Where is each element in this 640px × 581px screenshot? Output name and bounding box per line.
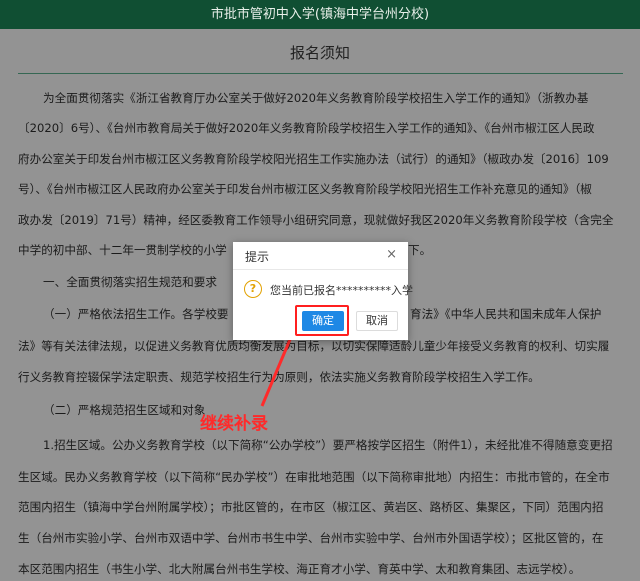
doc-line-15: 生（台州市实验小学、台州市双语中学、台州市书生中学、台州市实验中学、台州市外国语… [18, 531, 604, 545]
prompt-dialog: 提示 × ? 您当前已报名**********入学 确定 取消 [233, 242, 413, 340]
doc-line-5: 政办发〔2019〕71号）精神，经区委教育工作领导小组研究同意，现就做好我区20… [18, 213, 614, 227]
annotation-label: 继续补录 [200, 414, 268, 434]
doc-line-2: 〔2020〕6号）、《台州市教育局关于做好2020年义务教育阶段学校招生入学工作… [18, 121, 595, 135]
doc-line-13: 生区域。民办义务教育学校（以下简称“民办学校”）在审批地范围（以下简称审批地）内… [18, 470, 610, 484]
doc-line-6b: 下。 [408, 243, 432, 257]
cancel-button[interactable]: 取消 [356, 311, 398, 331]
header-title: 市批市管初中入学(镇海中学台州分校) [210, 7, 430, 22]
doc-line-4: 号）、《台州市椒江区人民政府办公室关于印发台州市椒江区义务教育阶段学校阳光招生工… [18, 182, 592, 196]
doc-line-16: 本区范围内招生（书生小学、北大附属台州书生学校、海正育才小学、育英中学、太和教育… [18, 562, 581, 576]
doc-line-6: 中学的初中部、十二年一贯制学校的小学 [18, 243, 227, 257]
doc-line-14: 范围内招生（镇海中学台州附属学校）；市批区管的，在市区（椒江区、黄岩区、路桥区、… [18, 500, 604, 514]
app-header: 市批市管初中入学(镇海中学台州分校) [0, 0, 640, 29]
doc-line-1: 为全面贯彻落实《浙江省教育厅办公室关于做好2020年义务教育阶段学校招生入学工作… [43, 91, 589, 105]
doc-line-3: 府办公室关于印发台州市椒江区义务教育阶段学校阳光招生工作实施办法（试行）的通知》… [18, 152, 609, 166]
doc-line-11: （二）严格规范招生区域和对象 [43, 403, 206, 417]
doc-line-12: 1.招生区域。公办义务教育学校（以下简称“公办学校”）要严格按学区招生（附件1）… [43, 438, 613, 452]
doc-line-9: 法》等有关法律法规，以促进义务教育优质均衡发展为目标，以切实保障适龄儿童少年接受… [18, 339, 610, 353]
close-icon[interactable]: × [386, 247, 397, 262]
doc-line-8b: 育法》《中华人民共和国未成年人保护 [410, 307, 602, 321]
dialog-message: 您当前已报名**********入学 [270, 284, 413, 297]
confirm-button[interactable]: 确定 [302, 311, 344, 331]
dialog-title: 提示 [245, 250, 270, 264]
doc-line-10: 行义务教育控辍保学法定职责、规范学校招生行为为原则，依法实施义务教育阶段学校招生… [18, 370, 540, 384]
document-title: 报名须知 [289, 44, 350, 62]
question-icon: ? [244, 280, 262, 298]
doc-line-8: （一）严格依法招生工作。各学校要 [43, 307, 229, 321]
dialog-divider [233, 269, 408, 270]
doc-line-7: 一、全面贯彻落实招生规范和要求 [43, 275, 217, 289]
title-divider [18, 73, 623, 74]
